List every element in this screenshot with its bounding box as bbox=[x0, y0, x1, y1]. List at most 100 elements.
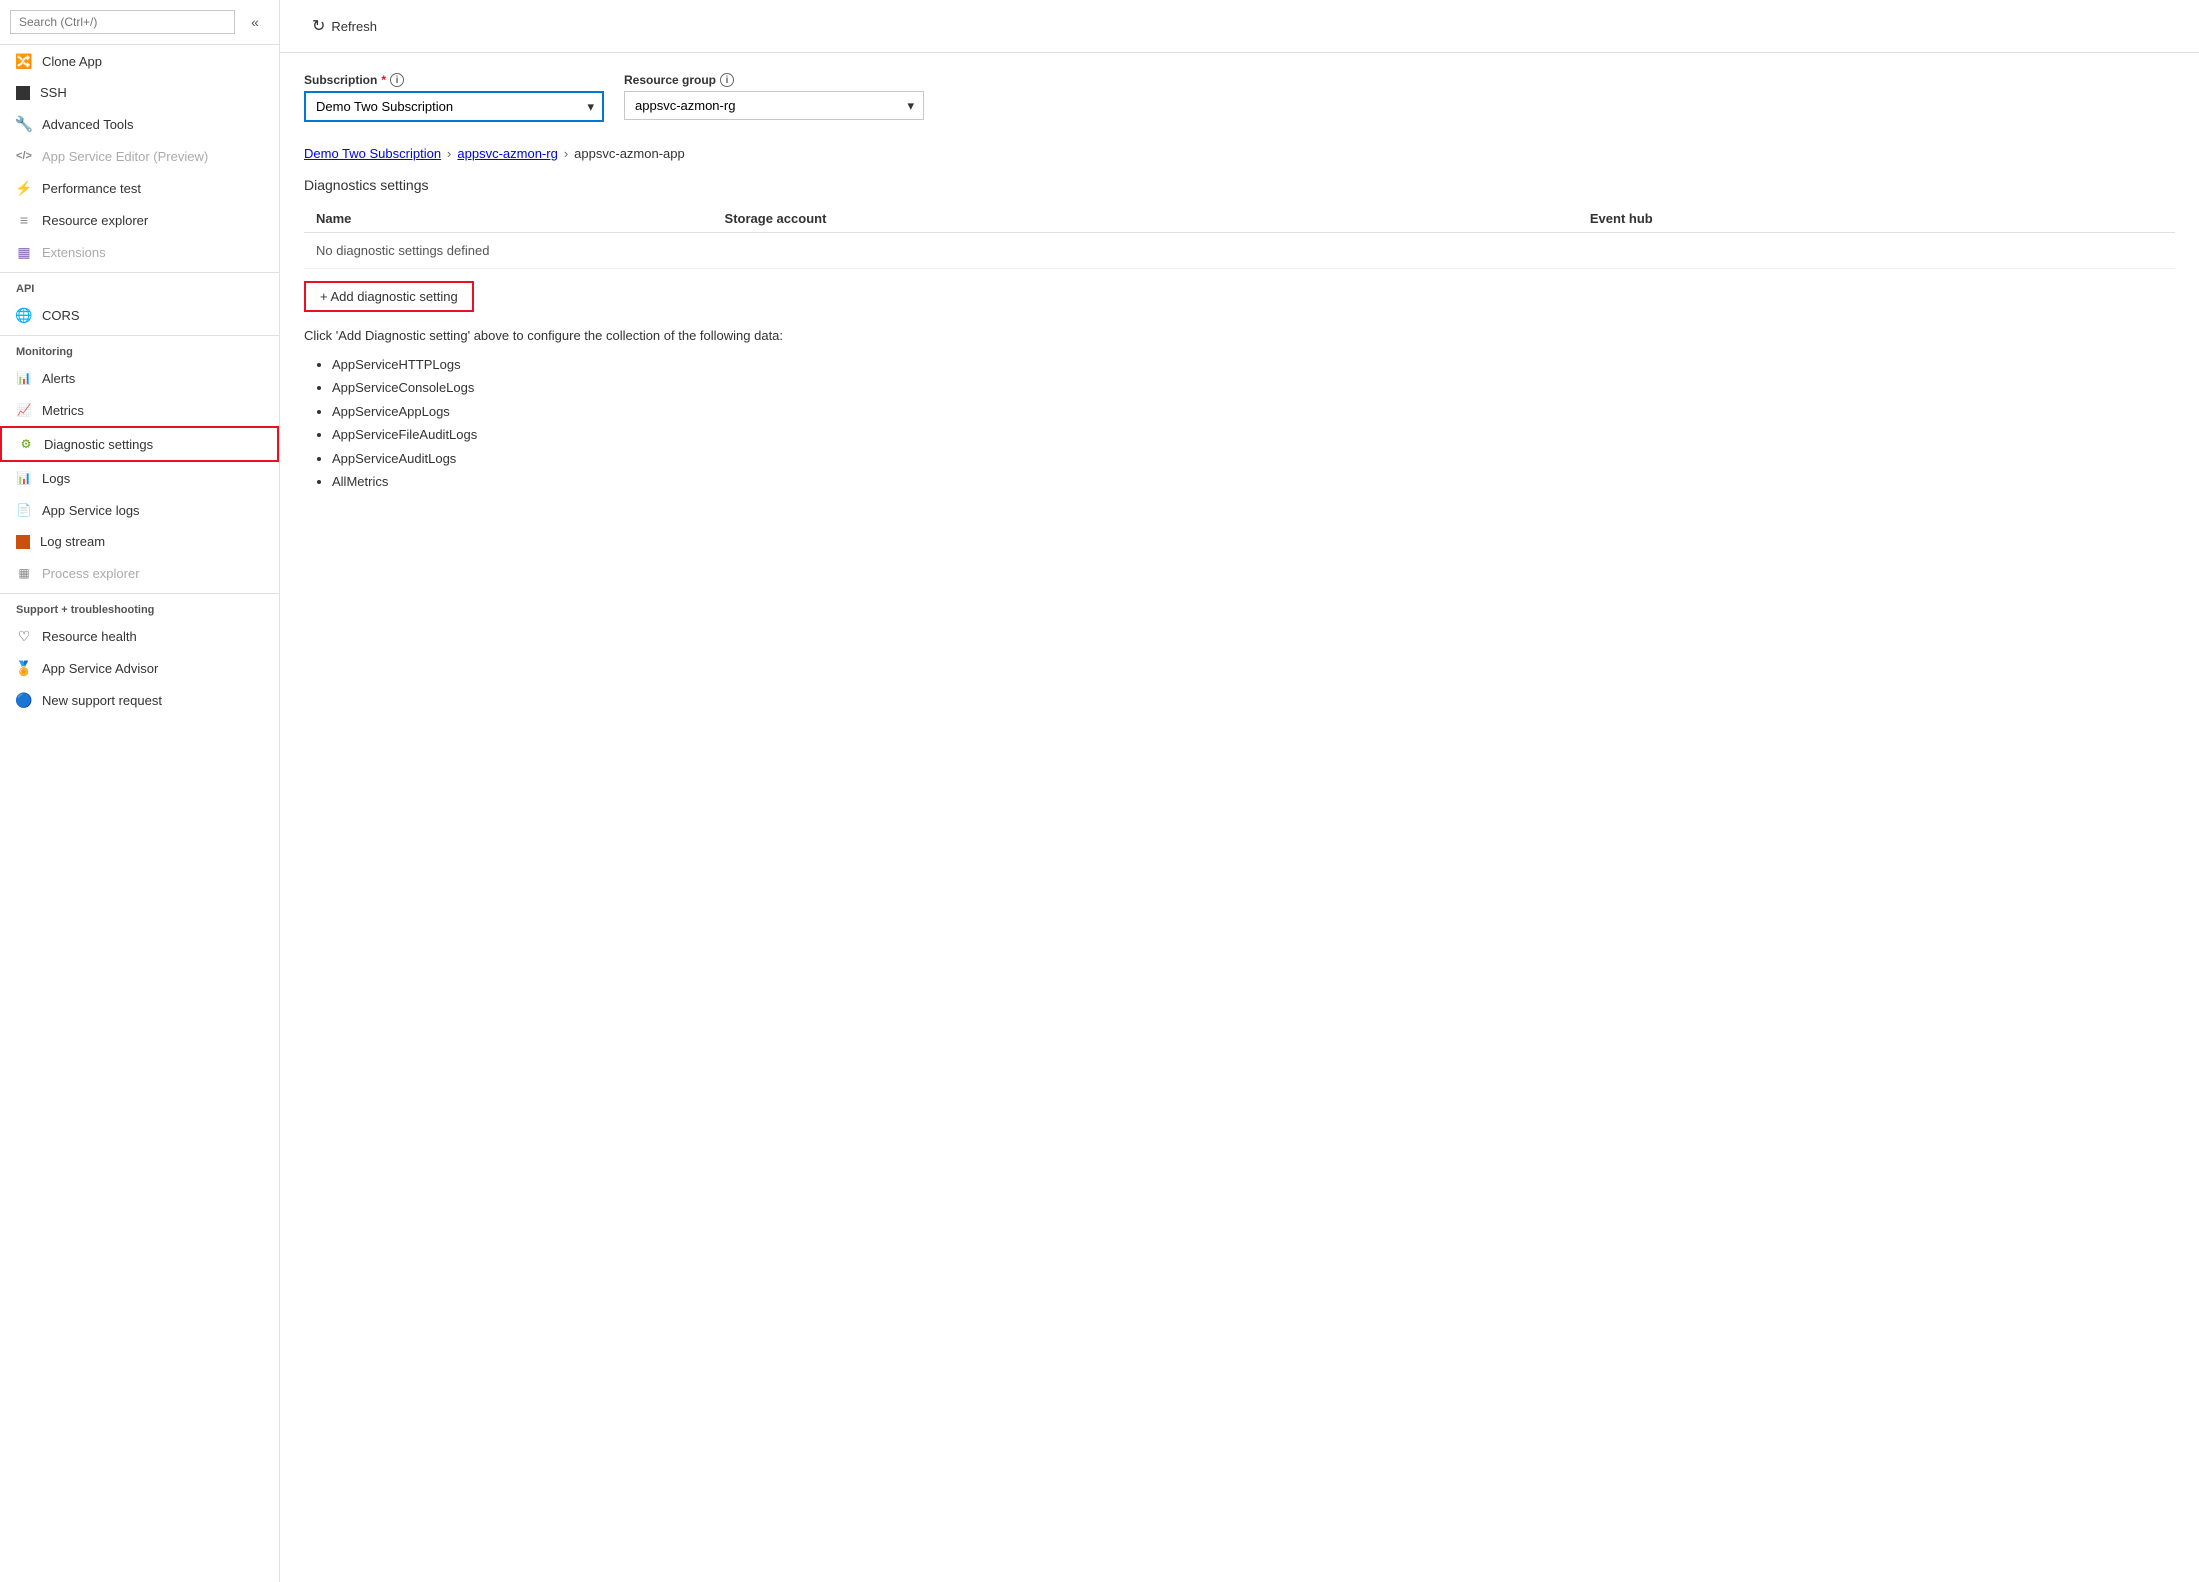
logs-icon: 📊 bbox=[16, 470, 32, 486]
sidebar-item-app-service-advisor[interactable]: 🏅 App Service Advisor bbox=[0, 652, 279, 684]
sidebar-item-label: Log stream bbox=[40, 534, 105, 549]
clone-app-icon: 🔀 bbox=[16, 53, 32, 69]
sidebar-item-metrics[interactable]: 📈 Metrics bbox=[0, 394, 279, 426]
sidebar-item-label: Alerts bbox=[42, 371, 75, 386]
subscription-info-icon[interactable]: i bbox=[390, 73, 404, 87]
list-item: AppServiceConsoleLogs bbox=[332, 376, 2175, 399]
log-stream-icon bbox=[16, 535, 30, 549]
content-area: Subscription * i Demo Two Subscription R… bbox=[280, 53, 2199, 513]
sidebar-item-process-explorer: ▦ Process explorer bbox=[0, 557, 279, 589]
sidebar-item-label: Diagnostic settings bbox=[44, 437, 153, 452]
support-section-header: Support + troubleshooting bbox=[0, 593, 279, 620]
col-eventhub: Event hub bbox=[1578, 205, 2175, 233]
breadcrumb-part2[interactable]: appsvc-azmon-rg bbox=[457, 146, 557, 161]
sidebar-item-resource-health[interactable]: ♡ Resource health bbox=[0, 620, 279, 652]
sidebar-item-alerts[interactable]: 📊 Alerts bbox=[0, 362, 279, 394]
sidebar-item-app-service-editor: </> App Service Editor (Preview) bbox=[0, 140, 279, 172]
breadcrumb: Demo Two Subscription › appsvc-azmon-rg … bbox=[304, 138, 2175, 177]
list-item: AllMetrics bbox=[332, 470, 2175, 493]
monitoring-section-header: Monitoring bbox=[0, 335, 279, 362]
sidebar-item-extensions: ▦ Extensions bbox=[0, 236, 279, 268]
resource-group-select-wrapper: appsvc-azmon-rg bbox=[624, 91, 924, 120]
metrics-icon: 📈 bbox=[16, 402, 32, 418]
resource-explorer-icon: ≡ bbox=[16, 212, 32, 228]
sidebar-item-performance-test[interactable]: ⚡ Performance test bbox=[0, 172, 279, 204]
required-indicator: * bbox=[381, 73, 386, 87]
sidebar-item-label: Extensions bbox=[42, 245, 106, 260]
diagnostic-settings-icon: ⚙ bbox=[18, 436, 34, 452]
sidebar-item-label: Logs bbox=[42, 471, 70, 486]
sidebar-item-label: SSH bbox=[40, 85, 67, 100]
sidebar-item-label: Resource explorer bbox=[42, 213, 148, 228]
sidebar-item-label: Clone App bbox=[42, 54, 102, 69]
performance-icon: ⚡ bbox=[16, 180, 32, 196]
data-types-list: AppServiceHTTPLogs AppServiceConsoleLogs… bbox=[304, 353, 2175, 493]
breadcrumb-sep1: › bbox=[447, 146, 451, 161]
alerts-icon: 📊 bbox=[16, 370, 32, 386]
refresh-icon: ↻ bbox=[312, 16, 325, 36]
add-btn-label: + Add diagnostic setting bbox=[320, 289, 458, 304]
sidebar-item-label: New support request bbox=[42, 693, 162, 708]
collapse-button[interactable]: « bbox=[241, 8, 269, 36]
subscription-select-wrapper: Demo Two Subscription bbox=[304, 91, 604, 122]
sidebar: « 🔀 Clone App SSH 🔧 Advanced Tools </> A… bbox=[0, 0, 280, 1582]
sidebar-item-log-stream[interactable]: Log stream bbox=[0, 526, 279, 557]
sidebar-item-new-support-request[interactable]: 🔵 New support request bbox=[0, 684, 279, 716]
resource-group-label: Resource group i bbox=[624, 73, 924, 87]
resource-group-select[interactable]: appsvc-azmon-rg bbox=[624, 91, 924, 120]
sidebar-item-clone-app[interactable]: 🔀 Clone App bbox=[0, 45, 279, 77]
ssh-icon bbox=[16, 86, 30, 100]
sidebar-item-label: App Service logs bbox=[42, 503, 140, 518]
sidebar-item-cors[interactable]: 🌐 CORS bbox=[0, 299, 279, 331]
subscription-label: Subscription * i bbox=[304, 73, 604, 87]
sidebar-search-container: « bbox=[0, 0, 279, 45]
sidebar-item-label: Advanced Tools bbox=[42, 117, 134, 132]
list-item: AppServiceAuditLogs bbox=[332, 447, 2175, 470]
cors-icon: 🌐 bbox=[16, 307, 32, 323]
sidebar-item-label: Performance test bbox=[42, 181, 141, 196]
resource-group-group: Resource group i appsvc-azmon-rg bbox=[624, 73, 924, 120]
list-item: AppServiceAppLogs bbox=[332, 400, 2175, 423]
sidebar-item-label: App Service Editor (Preview) bbox=[42, 149, 208, 164]
info-text: Click 'Add Diagnostic setting' above to … bbox=[304, 328, 2175, 343]
refresh-button[interactable]: ↻ Refresh bbox=[300, 10, 389, 42]
resource-group-info-icon[interactable]: i bbox=[720, 73, 734, 87]
breadcrumb-sep2: › bbox=[564, 146, 568, 161]
sidebar-item-ssh[interactable]: SSH bbox=[0, 77, 279, 108]
sidebar-item-resource-explorer[interactable]: ≡ Resource explorer bbox=[0, 204, 279, 236]
support-request-icon: 🔵 bbox=[16, 692, 32, 708]
sidebar-item-label: CORS bbox=[42, 308, 80, 323]
main-content: ↻ Refresh Subscription * i Demo Two Subs… bbox=[280, 0, 2199, 1582]
list-item: AppServiceFileAuditLogs bbox=[332, 423, 2175, 446]
no-settings-row: No diagnostic settings defined bbox=[304, 233, 2175, 269]
extensions-icon: ▦ bbox=[16, 244, 32, 260]
add-diagnostic-setting-button[interactable]: + Add diagnostic setting bbox=[304, 281, 474, 312]
breadcrumb-part1[interactable]: Demo Two Subscription bbox=[304, 146, 441, 161]
refresh-label: Refresh bbox=[331, 19, 377, 34]
app-service-logs-icon: 📄 bbox=[16, 502, 32, 518]
advanced-tools-icon: 🔧 bbox=[16, 116, 32, 132]
no-settings-cell: No diagnostic settings defined bbox=[304, 233, 2175, 269]
sidebar-item-advanced-tools[interactable]: 🔧 Advanced Tools bbox=[0, 108, 279, 140]
api-section-header: API bbox=[0, 272, 279, 299]
subscription-row: Subscription * i Demo Two Subscription R… bbox=[304, 73, 2175, 122]
process-explorer-icon: ▦ bbox=[16, 565, 32, 581]
toolbar: ↻ Refresh bbox=[280, 0, 2199, 53]
sidebar-item-label: App Service Advisor bbox=[42, 661, 158, 676]
diagnostics-title: Diagnostics settings bbox=[304, 177, 2175, 193]
list-item: AppServiceHTTPLogs bbox=[332, 353, 2175, 376]
sidebar-item-app-service-logs[interactable]: 📄 App Service logs bbox=[0, 494, 279, 526]
sidebar-item-label: Resource health bbox=[42, 629, 137, 644]
sidebar-item-logs[interactable]: 📊 Logs bbox=[0, 462, 279, 494]
sidebar-item-label: Metrics bbox=[42, 403, 84, 418]
diagnostics-table: Name Storage account Event hub No diagno… bbox=[304, 205, 2175, 269]
col-storage: Storage account bbox=[713, 205, 1578, 233]
breadcrumb-part3: appsvc-azmon-app bbox=[574, 146, 685, 161]
sidebar-item-diagnostic-settings[interactable]: ⚙ Diagnostic settings bbox=[0, 426, 279, 462]
search-input[interactable] bbox=[10, 10, 235, 34]
subscription-select[interactable]: Demo Two Subscription bbox=[304, 91, 604, 122]
resource-health-icon: ♡ bbox=[16, 628, 32, 644]
editor-icon: </> bbox=[16, 148, 32, 164]
subscription-group: Subscription * i Demo Two Subscription bbox=[304, 73, 604, 122]
advisor-icon: 🏅 bbox=[16, 660, 32, 676]
